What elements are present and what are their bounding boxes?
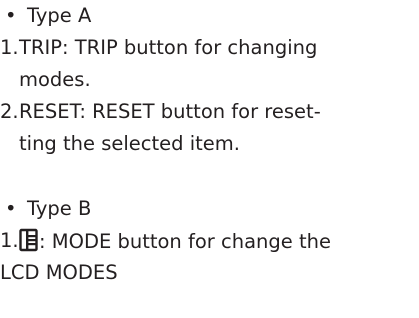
item-text: : MODE button for change the bbox=[39, 230, 331, 253]
item-text-line: RESET: RESET button for reset- bbox=[19, 100, 321, 123]
type-b-heading: Type B bbox=[27, 197, 92, 220]
bullet: • bbox=[5, 197, 17, 220]
type-a-heading: Type A bbox=[27, 4, 92, 27]
item-text-line: TRIP: TRIP button for changing bbox=[19, 36, 318, 59]
item-number: 2. bbox=[0, 100, 19, 123]
item-text-line: LCD MODES bbox=[0, 261, 118, 284]
item-number: 1. bbox=[0, 36, 19, 59]
item-text-line: modes. bbox=[19, 68, 91, 91]
bullet: • bbox=[5, 4, 17, 27]
item-text-line: : MODE button for change the bbox=[19, 228, 331, 255]
item-number: 1. bbox=[0, 229, 19, 252]
item-text-line: ting the selected item. bbox=[19, 132, 240, 155]
mode-document-icon bbox=[19, 228, 38, 252]
